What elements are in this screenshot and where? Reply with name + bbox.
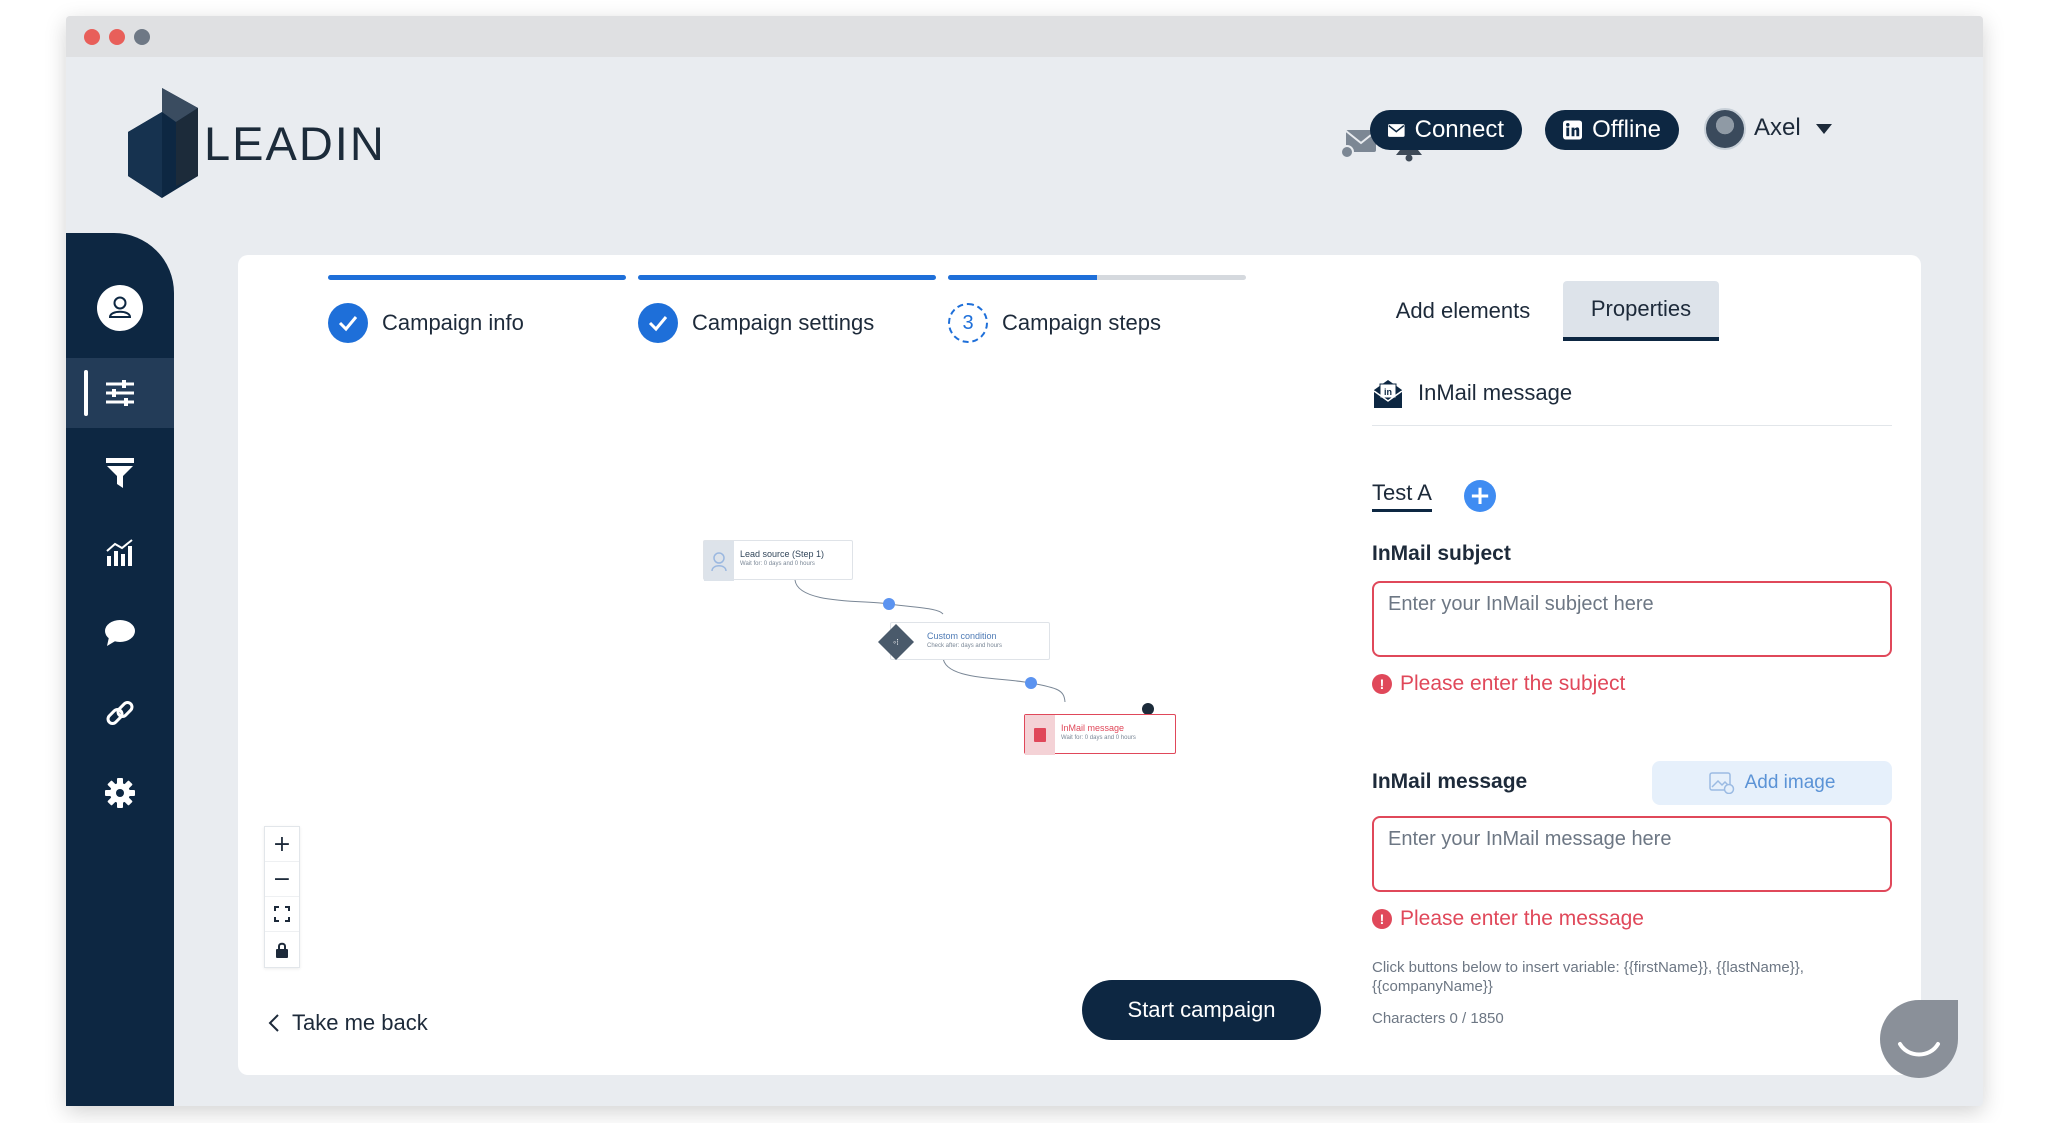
check-icon [328, 303, 368, 343]
error-icon: ! [1372, 909, 1392, 929]
properties-title: InMail message [1418, 380, 1573, 405]
sidebar-item-integrations[interactable] [66, 678, 174, 748]
maximize-window-button[interactable] [134, 29, 150, 45]
node-subtitle: Check after: days and hours [927, 643, 1003, 649]
linkedin-status-button[interactable]: Offline [1545, 110, 1679, 150]
sidebar-item-campaigns[interactable] [66, 358, 174, 428]
variables-hint: Click buttons below to insert variable: … [1372, 959, 1804, 995]
sidebar-item-profile[interactable] [66, 273, 174, 343]
support-chat-button[interactable] [1880, 1000, 1958, 1078]
node-title: Lead source (Step 1) [740, 549, 825, 559]
flow-node-inmail-message[interactable]: InMail message Wait for: 0 days and 0 ho… [1024, 714, 1176, 755]
inmail-icon: in [1373, 380, 1403, 408]
envelope-icon [1388, 123, 1405, 137]
chat-icon [105, 620, 135, 646]
gear-icon [105, 778, 135, 808]
leadin-logo[interactable]: LEADIN [48, 72, 384, 198]
connect-label: Connect [1414, 116, 1504, 143]
node-title: InMail message [1061, 723, 1125, 733]
image-icon [1708, 772, 1734, 794]
minimize-window-button[interactable] [109, 29, 125, 45]
sidebar [66, 233, 174, 1106]
connect-button[interactable]: Connect [1370, 110, 1522, 150]
tab-test-a[interactable]: Test A [1372, 480, 1432, 512]
step-progress-fill [948, 275, 1097, 280]
chevron-left-icon [268, 1014, 279, 1032]
title-bar [66, 16, 1983, 57]
node-title: Custom condition [927, 631, 997, 641]
node-subtitle: Wait for: 0 days and 0 hours [740, 561, 815, 567]
error-icon: ! [1372, 674, 1392, 694]
step-progress-3 [948, 275, 1246, 280]
step-progress-1 [328, 275, 626, 280]
subject-error-text: Please enter the subject [1400, 672, 1626, 695]
fit-view-icon [274, 906, 290, 922]
sidebar-item-analytics[interactable] [66, 518, 174, 588]
user-name[interactable]: Axel [1754, 114, 1801, 142]
filter-icon [106, 458, 134, 488]
offline-label: Offline [1592, 116, 1661, 143]
step-label: Campaign info [382, 310, 524, 335]
tab-properties[interactable]: Properties [1563, 281, 1719, 341]
chevron-down-icon[interactable] [1816, 124, 1832, 134]
flow-node-lead-source[interactable]: Lead source (Step 1) Wait for: 0 days an… [703, 540, 853, 581]
flow-connector-dot[interactable] [1025, 677, 1037, 689]
step-label: Campaign steps [1002, 310, 1161, 335]
inmail-subject-label: InMail subject [1372, 542, 1511, 565]
message-error-text: Please enter the message [1400, 907, 1644, 930]
properties-panel: in InMail message Test A + InMail subjec… [1346, 360, 1906, 1080]
step-progress-fill [638, 275, 936, 280]
chat-widget-icon [1898, 1042, 1940, 1057]
check-icon [638, 303, 678, 343]
lock-canvas-button[interactable] [265, 932, 299, 967]
add-image-label: Add image [1744, 772, 1836, 793]
step-campaign-steps[interactable]: 3 Campaign steps [948, 303, 1161, 343]
tab-add-elements[interactable]: Add elements [1378, 281, 1548, 341]
step-campaign-settings[interactable]: Campaign settings [638, 303, 874, 343]
take-me-back-link[interactable]: Take me back [268, 1010, 428, 1036]
step-progress-fill [328, 275, 626, 280]
close-window-button[interactable] [84, 29, 100, 45]
linkedin-icon [1563, 120, 1583, 140]
back-label: Take me back [292, 1010, 428, 1035]
zoom-in-button[interactable]: + [265, 827, 299, 862]
add-image-button[interactable]: Add image [1652, 761, 1892, 805]
link-icon [106, 701, 134, 725]
sidebar-item-filters[interactable] [66, 438, 174, 508]
subject-error: ! Please enter the subject [1372, 672, 1625, 696]
sidebar-item-settings[interactable] [66, 758, 174, 828]
step-progress-2 [638, 275, 936, 280]
step-campaign-info[interactable]: Campaign info [328, 303, 524, 343]
chart-icon [106, 539, 133, 566]
sliders-icon [106, 380, 134, 406]
character-counter: Characters 0 / 1850 [1372, 1010, 1504, 1027]
lead-source-icon [704, 541, 734, 581]
inmail-node-icon [1025, 715, 1055, 755]
condition-icon: ◦⁝ [878, 624, 914, 660]
fit-view-button[interactable] [265, 897, 299, 932]
inmail-message-input[interactable]: Enter your InMail message here [1372, 816, 1892, 892]
sidebar-item-messages[interactable] [66, 598, 174, 668]
properties-header: in InMail message [1372, 378, 1892, 426]
svg-text:in: in [1384, 387, 1392, 397]
node-subtitle: Wait for: 0 days and 0 hours [1061, 735, 1136, 741]
flow-connector-dot[interactable] [883, 598, 895, 610]
inmail-subject-input[interactable]: Enter your InMail subject here [1372, 581, 1892, 657]
step-label: Campaign settings [692, 310, 875, 335]
start-campaign-button[interactable]: Start campaign [1082, 980, 1321, 1040]
step-number: 3 [948, 303, 988, 343]
add-test-variant-button[interactable]: + [1464, 480, 1496, 512]
zoom-out-button[interactable]: − [265, 862, 299, 897]
inmail-message-label: InMail message [1372, 770, 1528, 793]
user-icon [97, 285, 143, 331]
svg-text:◦⁝: ◦⁝ [893, 637, 899, 647]
canvas-zoom-controls: + − [264, 826, 300, 968]
avatar[interactable] [1704, 108, 1746, 150]
lock-icon [276, 942, 288, 958]
logo-text: LEADIN [204, 117, 386, 170]
flow-node-custom-condition[interactable]: ◦⁝ Custom condition Check after: days an… [878, 622, 1050, 660]
message-error: ! Please enter the message [1372, 907, 1644, 931]
